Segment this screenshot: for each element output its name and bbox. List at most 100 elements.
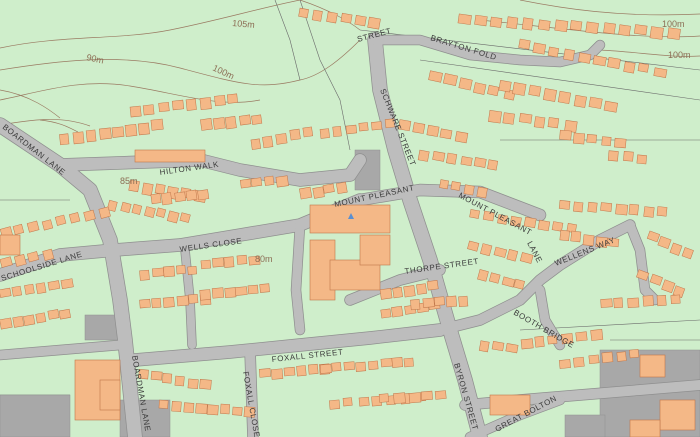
building xyxy=(343,361,356,371)
building xyxy=(206,404,219,416)
building xyxy=(487,84,500,97)
building xyxy=(502,112,515,125)
building xyxy=(158,399,169,409)
building xyxy=(187,378,199,389)
large-building xyxy=(659,399,696,431)
building xyxy=(188,293,199,304)
building xyxy=(487,159,499,171)
building xyxy=(150,370,163,381)
building xyxy=(460,156,473,167)
building xyxy=(154,183,166,195)
building xyxy=(150,118,164,131)
building xyxy=(379,288,393,300)
building xyxy=(528,84,542,97)
building xyxy=(199,97,212,111)
building xyxy=(47,280,61,291)
building xyxy=(587,201,598,213)
building xyxy=(358,396,370,407)
building xyxy=(312,186,325,199)
building xyxy=(563,48,575,62)
building xyxy=(473,82,487,95)
building xyxy=(629,349,640,359)
building xyxy=(454,131,469,144)
building xyxy=(299,186,313,200)
building xyxy=(162,296,175,308)
building xyxy=(588,96,603,109)
large-building xyxy=(629,419,661,437)
building xyxy=(473,157,487,168)
building xyxy=(623,151,634,162)
building xyxy=(185,189,198,201)
building xyxy=(24,283,35,295)
building xyxy=(391,305,404,318)
building xyxy=(601,136,612,147)
building xyxy=(152,267,165,277)
building xyxy=(176,264,186,275)
building xyxy=(518,38,531,50)
building xyxy=(141,182,154,196)
map-canvas[interactable]: 105m 100m 90m 100m 100m 85m 80m HILTON W… xyxy=(0,0,700,437)
building xyxy=(575,331,588,342)
building xyxy=(512,82,527,96)
large-building xyxy=(134,149,206,163)
building xyxy=(331,362,342,372)
building xyxy=(308,363,319,375)
building xyxy=(211,287,225,299)
building xyxy=(378,393,389,403)
building xyxy=(258,368,272,378)
building xyxy=(322,183,335,194)
building xyxy=(393,392,406,405)
building xyxy=(627,297,640,309)
building xyxy=(142,104,155,116)
building xyxy=(542,88,558,102)
building xyxy=(380,357,393,368)
building xyxy=(171,99,185,111)
building xyxy=(199,379,212,390)
building xyxy=(573,201,584,213)
building xyxy=(212,257,225,268)
building xyxy=(160,192,173,206)
building xyxy=(569,20,583,31)
building xyxy=(458,77,473,91)
building xyxy=(354,15,367,27)
building xyxy=(236,254,248,265)
building xyxy=(445,152,458,165)
building xyxy=(403,285,416,298)
building xyxy=(607,150,619,162)
building xyxy=(239,178,252,189)
building xyxy=(573,94,587,108)
building xyxy=(474,14,488,27)
building xyxy=(607,57,621,69)
building xyxy=(263,175,275,186)
building xyxy=(519,113,533,124)
building xyxy=(319,128,330,139)
building xyxy=(251,114,263,125)
building xyxy=(298,7,309,19)
building xyxy=(289,128,301,141)
building xyxy=(176,295,190,307)
building xyxy=(391,357,404,368)
building xyxy=(628,203,639,216)
building xyxy=(368,360,379,370)
building xyxy=(558,200,571,210)
building xyxy=(616,351,627,362)
building xyxy=(670,294,681,305)
building xyxy=(422,297,435,308)
building xyxy=(488,110,502,124)
building xyxy=(445,295,458,308)
large-building xyxy=(639,354,666,378)
building xyxy=(600,298,613,308)
building xyxy=(585,21,599,34)
building xyxy=(434,390,447,400)
building xyxy=(151,297,162,309)
building xyxy=(150,193,162,205)
building xyxy=(559,129,572,141)
building xyxy=(262,135,274,149)
building xyxy=(559,229,570,242)
building xyxy=(498,80,512,93)
building xyxy=(618,24,631,37)
building xyxy=(185,98,197,111)
building xyxy=(570,230,582,243)
building xyxy=(506,16,519,30)
building xyxy=(336,181,348,195)
